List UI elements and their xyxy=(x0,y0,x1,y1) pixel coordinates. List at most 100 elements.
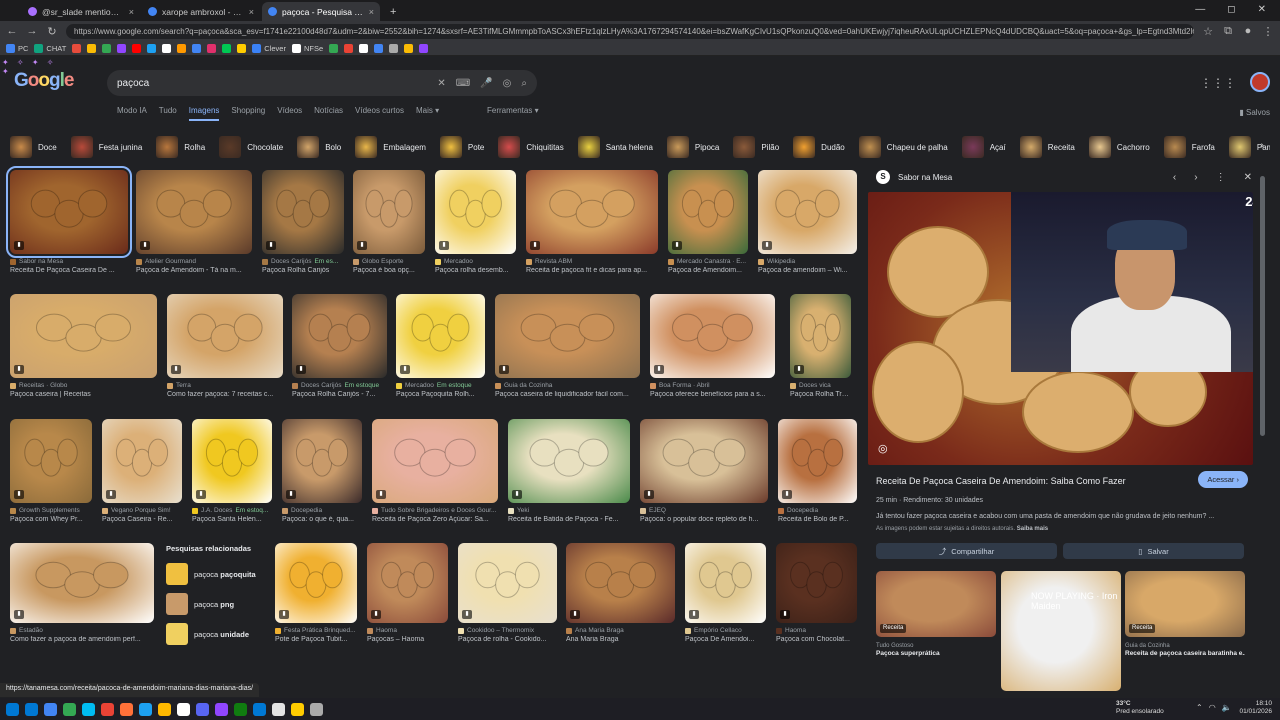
result-thumbnail[interactable]: ▮ xyxy=(495,294,640,378)
taskbar-app-icon[interactable] xyxy=(291,702,304,716)
result-title[interactable]: Receita de Bolo de P... xyxy=(778,516,857,523)
result-title[interactable]: Paçoca rolha desemb... xyxy=(435,267,516,274)
related-search-item[interactable]: paçoca paçoquita xyxy=(166,563,262,585)
result-title[interactable]: Paçoca Rolha Carijós - 7... xyxy=(292,391,387,398)
bookmark-item[interactable] xyxy=(329,43,339,53)
taskbar-app-icon[interactable] xyxy=(234,702,247,716)
image-result-card[interactable]: ▮ Vegano Porque Sim! Paçoca Caseira - Re..… xyxy=(102,419,182,523)
result-thumbnail[interactable]: ▮ xyxy=(758,170,857,254)
panel-related-thumbnail[interactable]: NOW PLAYING · Iron Maiden xyxy=(1001,571,1121,691)
lens-search-icon[interactable]: ◎ xyxy=(878,442,888,455)
result-thumbnail[interactable]: ▮ xyxy=(6,166,132,258)
result-title[interactable]: Paçoca Santa Helen... xyxy=(192,516,272,523)
chip-item[interactable]: Chocolate xyxy=(219,134,291,160)
taskbar-app-icon[interactable] xyxy=(25,702,38,716)
taskbar-app-icon[interactable] xyxy=(253,702,266,716)
chip-item[interactable]: Pilão xyxy=(733,134,787,160)
prev-icon[interactable]: ‹ xyxy=(1173,172,1176,183)
image-result-card[interactable]: ▮ Doces vica Paçoca Rolha Trad... xyxy=(790,294,851,398)
weather-widget[interactable]: 33°C Pred ensolarado xyxy=(1116,700,1164,716)
chip-item[interactable]: Pote xyxy=(439,134,492,160)
panel-title[interactable]: Receita De Paçoca Caseira De Amendoim: S… xyxy=(876,476,1176,486)
bookmark-item[interactable] xyxy=(102,43,112,53)
visit-button[interactable]: Acessar › xyxy=(1198,471,1248,488)
result-title[interactable]: Receita De Paçoca Caseira De ... xyxy=(10,267,128,274)
result-thumbnail[interactable]: ▮ xyxy=(10,543,154,623)
related-search-item[interactable]: paçoca png xyxy=(166,593,262,615)
bookmark-item[interactable] xyxy=(237,43,247,53)
image-result-card[interactable]: ▮ Haoma Paçoca com Chocolat... xyxy=(776,543,857,643)
bookmark-item[interactable] xyxy=(207,43,217,53)
apps-grid-icon[interactable]: ⋮⋮⋮ xyxy=(1200,76,1236,90)
image-result-card[interactable]: ▮ Wikipedia Paçoca de amendoim – Wi... xyxy=(758,170,857,274)
result-thumbnail[interactable]: ▮ xyxy=(192,419,272,503)
tools-button[interactable]: Ferramentas ▾ xyxy=(487,106,539,115)
image-result-card[interactable]: ▮ Docepedia Receita de Bolo de P... xyxy=(778,419,857,523)
bookmark-item[interactable] xyxy=(344,43,354,53)
result-title[interactable]: Paçoca oferece benefícios para a s... xyxy=(650,391,775,398)
tab-6[interactable]: Vídeos curtos xyxy=(355,106,404,121)
result-thumbnail[interactable]: ▮ xyxy=(685,543,766,623)
bookmark-item[interactable] xyxy=(359,43,369,53)
result-title[interactable]: Paçoca caseira de liquidificador fácil c… xyxy=(495,391,640,398)
bookmark-item[interactable] xyxy=(87,43,97,53)
taskbar-app-icon[interactable] xyxy=(177,702,190,716)
result-title[interactable]: Paçoca Rolha Trad... xyxy=(790,391,851,398)
image-result-card[interactable]: ▮ Empório Cellaco Paçoca De Amendoi... xyxy=(685,543,766,643)
result-thumbnail[interactable]: ▮ xyxy=(10,419,92,503)
result-thumbnail[interactable]: ▮ xyxy=(435,170,516,254)
result-title[interactable]: Paçoca Caseira - Re... xyxy=(102,516,182,523)
chip-item[interactable]: Embalagem xyxy=(355,134,434,160)
taskbar-app-icon[interactable] xyxy=(120,702,133,716)
bookmark-item[interactable] xyxy=(177,43,187,53)
preview-image[interactable]: 240 ◎ xyxy=(868,192,1253,465)
avatar[interactable] xyxy=(1250,72,1270,92)
result-thumbnail[interactable]: ▮ xyxy=(262,170,344,254)
bookmark-item[interactable] xyxy=(222,43,232,53)
chip-item[interactable]: Pipoca xyxy=(666,134,727,160)
result-thumbnail[interactable]: ▮ xyxy=(275,543,357,623)
taskbar-app-icon[interactable] xyxy=(158,702,171,716)
url-field[interactable]: https://www.google.com/search?q=paçoca&s… xyxy=(66,23,1194,39)
bookmark-item[interactable] xyxy=(132,43,142,53)
taskbar-app-icon[interactable] xyxy=(101,702,114,716)
minimize-button[interactable]: — xyxy=(1195,4,1205,15)
bookmark-item[interactable]: NFSe xyxy=(291,43,323,53)
bookmark-item[interactable]: PC xyxy=(6,43,28,53)
image-result-card[interactable]: ▮ Mercadoo Paçoca rolha desemb... xyxy=(435,170,516,274)
image-result-card[interactable]: ▮ Cookidoo – Thermomix Paçoca de rolha - C… xyxy=(458,543,557,643)
bookmark-item[interactable] xyxy=(117,43,127,53)
result-title[interactable]: Paçoca com Whey Pr... xyxy=(10,516,92,523)
result-thumbnail[interactable]: ▮ xyxy=(372,419,498,503)
save-button[interactable]: ▯ Salvar xyxy=(1063,543,1244,559)
chip-item[interactable]: Açaí xyxy=(961,134,1014,160)
image-result-card[interactable]: ▮ Ana Maria Braga Ana Maria Braga xyxy=(566,543,675,643)
result-title[interactable]: Paçoca Paçoquita Rolh... xyxy=(396,391,485,398)
chip-item[interactable]: Chiquititas xyxy=(498,134,571,160)
search-icon[interactable]: ⌕ xyxy=(521,78,527,89)
tab-4[interactable]: Vídeos xyxy=(277,106,302,121)
taskbar-app-icon[interactable] xyxy=(44,702,57,716)
result-title[interactable]: Paçocas – Haoma xyxy=(367,636,448,643)
scrollbar[interactable] xyxy=(1260,176,1265,436)
image-result-card[interactable]: ▮ Atelier Gourmand Paçoca de Amendoim - Tá… xyxy=(136,170,252,274)
result-thumbnail[interactable]: ▮ xyxy=(778,419,857,503)
result-thumbnail[interactable]: ▮ xyxy=(367,543,448,623)
close-icon[interactable]: ✕ xyxy=(1244,172,1252,183)
image-result-card[interactable]: ▮ Docepedia Paçoca: o que é, qua... xyxy=(282,419,362,523)
image-result-card[interactable]: ▮ Doces Carijós Em es... Paçoca Rolha Carij… xyxy=(262,170,344,274)
lens-icon[interactable]: ◎ xyxy=(503,78,512,89)
chip-item[interactable]: Rolha xyxy=(156,134,213,160)
volume-icon[interactable]: 🔈 xyxy=(1222,703,1232,712)
image-result-card[interactable]: ▮ J.A. Doces Em estoq... Paçoca Santa Helen… xyxy=(192,419,272,523)
share-button[interactable]: ⤴ Compartilhar xyxy=(876,543,1057,559)
image-result-card[interactable]: ▮ Revista ABM Receita de paçoca fit e dica… xyxy=(526,170,658,274)
browser-tab[interactable]: paçoca - Pesquisa Google × xyxy=(262,2,380,21)
forward-icon[interactable]: → xyxy=(26,25,38,37)
bookmark-item[interactable] xyxy=(389,43,399,53)
image-result-card[interactable]: ▮ Doces Carijós Em estoque Paçoca Rolha Car… xyxy=(292,294,387,398)
tab-close-icon[interactable]: × xyxy=(249,7,254,17)
panel-related-item[interactable]: Receita xyxy=(876,571,996,637)
extensions-icon[interactable]: ⧉ xyxy=(1222,25,1234,38)
taskbar-app-icon[interactable] xyxy=(139,702,152,716)
